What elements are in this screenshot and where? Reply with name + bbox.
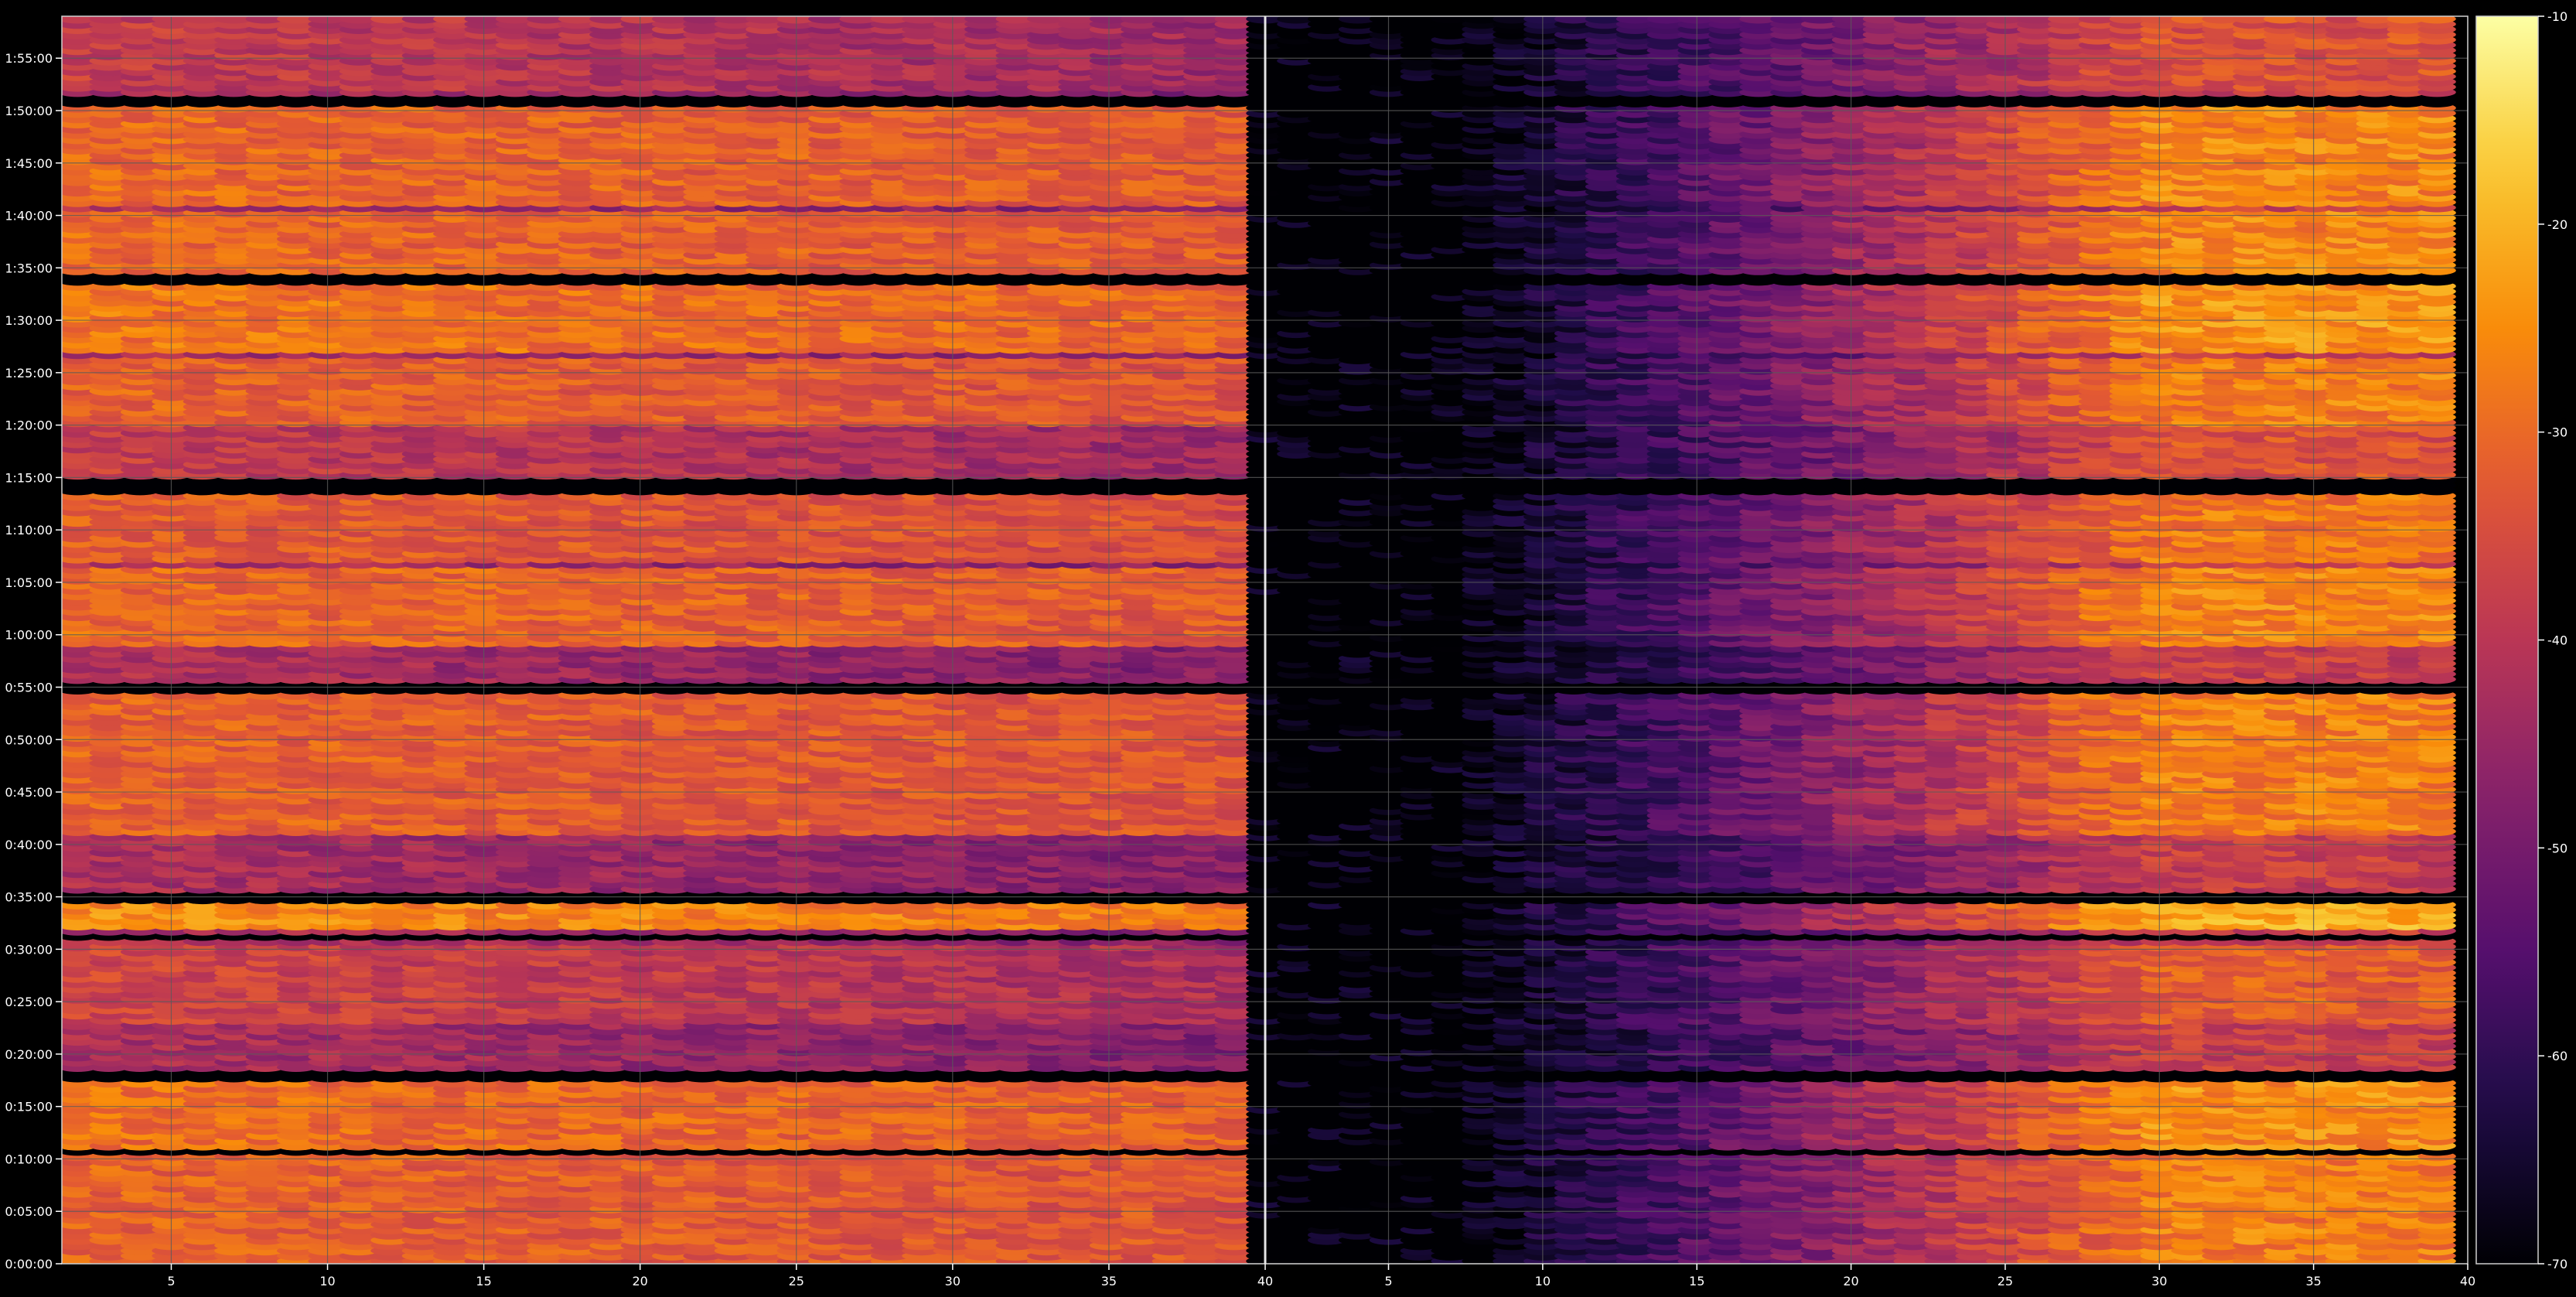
spectrogram-figure: 0:00:00 0:05:00 0:10:00 0:15:00 0:20:00 0:25:… [0,0,2576,1293]
heatmap-chart: 0:00:000:05:000:10:000:15:000:20:000:25:… [0,0,2576,1293]
heatmap-cells [58,14,2456,1265]
